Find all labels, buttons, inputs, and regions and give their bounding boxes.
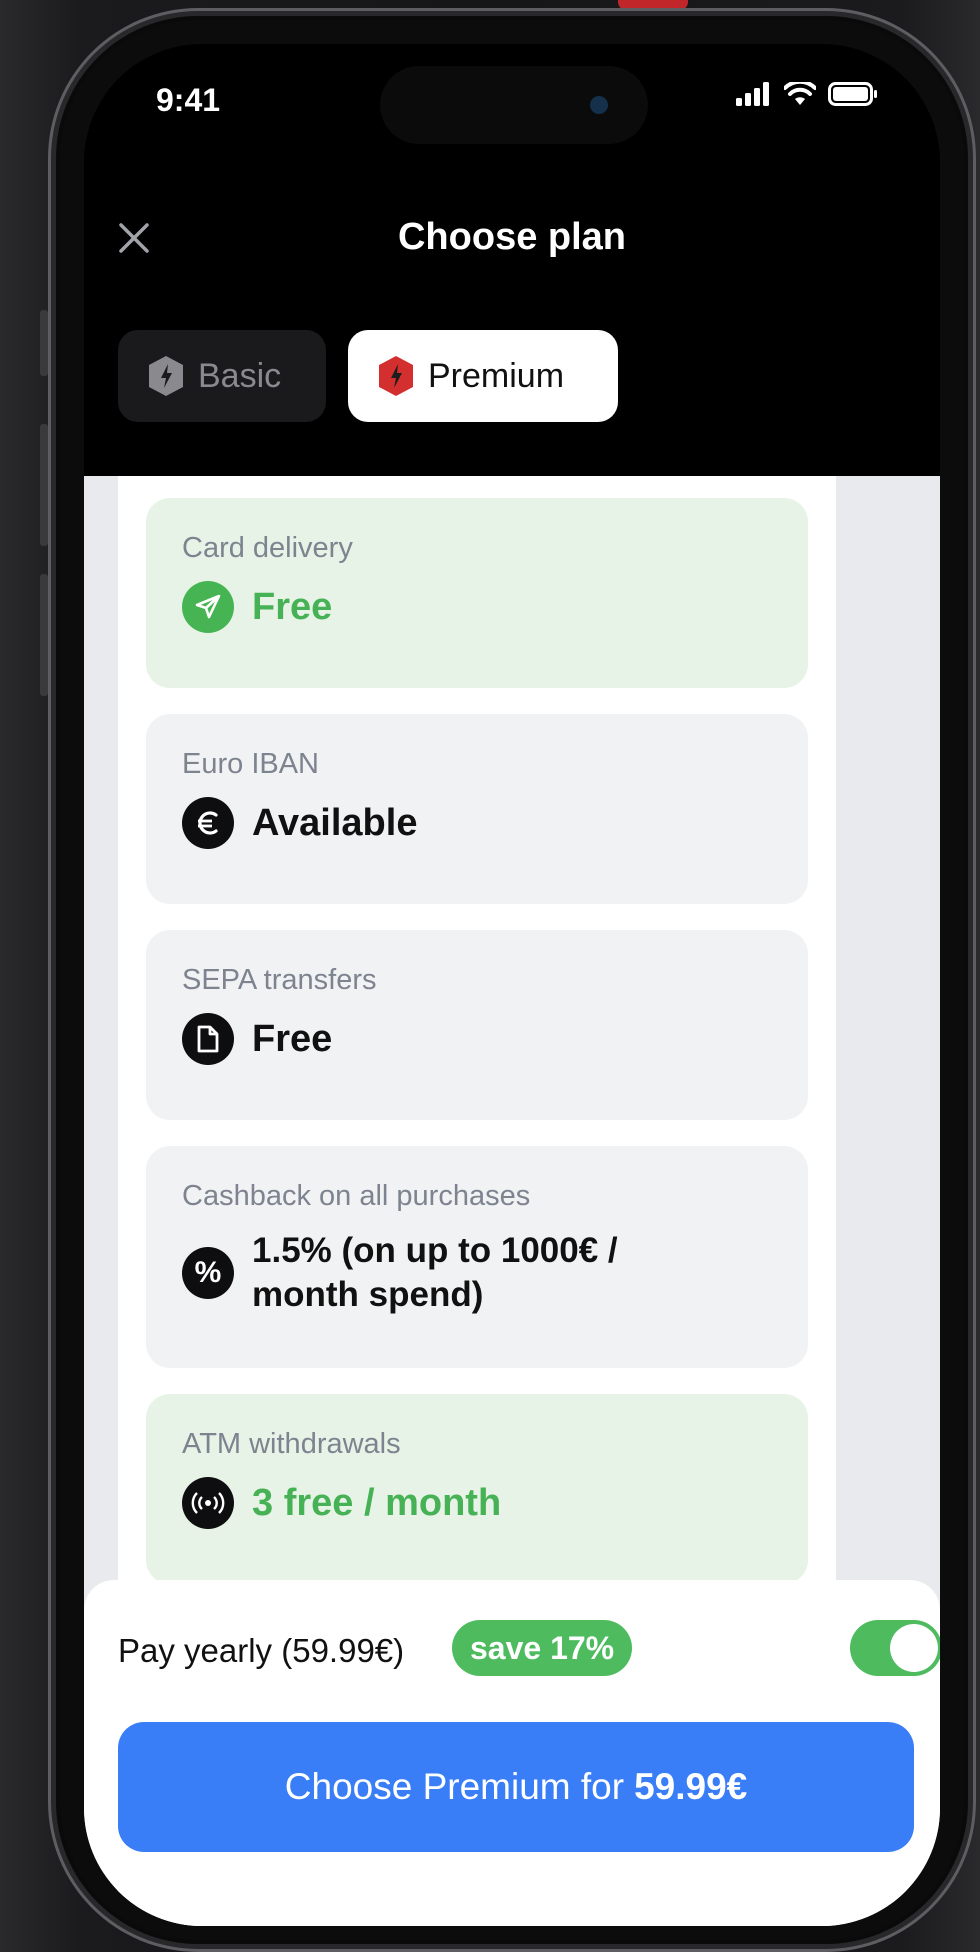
phone-screen: 9:41 Choose plan Basic Premium Card deli… xyxy=(84,44,940,1926)
feature-value: Free xyxy=(252,1018,333,1060)
paper-plane-icon xyxy=(182,581,234,633)
basic-plan-icon xyxy=(149,356,183,396)
volume-down-button xyxy=(40,574,48,696)
feature-label: Euro IBAN xyxy=(182,748,319,780)
page-title: Choose plan xyxy=(397,216,627,258)
feature-card-atm-withdrawals: ATM withdrawals 3 free / month xyxy=(146,1394,808,1584)
cellular-signal-icon xyxy=(736,82,769,106)
toggle-knob xyxy=(890,1624,938,1672)
mute-switch xyxy=(40,310,48,376)
feature-value: 3 free / month xyxy=(252,1482,502,1524)
cta-prefix: Choose Premium for xyxy=(284,1766,625,1807)
feature-card-euro-iban: Euro IBAN Available xyxy=(146,714,808,904)
tab-premium-label: Premium xyxy=(428,356,565,395)
dynamic-island xyxy=(380,66,648,144)
premium-plan-icon xyxy=(379,356,413,396)
choose-premium-button[interactable]: Choose Premium for 59.99€ xyxy=(118,1722,914,1852)
cta-price: 59.99€ xyxy=(634,1766,748,1807)
feature-label: ATM withdrawals xyxy=(182,1428,401,1460)
feature-label: Cashback on all purchases xyxy=(182,1180,531,1212)
tab-basic-label: Basic xyxy=(198,356,282,395)
feature-card-cashback: Cashback on all purchases % 1.5% (on up … xyxy=(146,1146,808,1368)
status-icons xyxy=(736,82,878,106)
wifi-icon xyxy=(784,82,816,105)
contactless-icon xyxy=(182,1477,234,1529)
status-time: 9:41 xyxy=(156,82,221,118)
feature-value: 1.5% (on up to 1000€ / month spend) xyxy=(252,1231,618,1314)
tab-basic[interactable]: Basic xyxy=(118,330,326,422)
percent-icon: % xyxy=(182,1247,234,1299)
feature-value: Free xyxy=(252,586,333,628)
volume-up-button xyxy=(40,424,48,546)
battery-icon xyxy=(828,82,877,106)
save-badge: save 17% xyxy=(452,1620,633,1676)
feature-label: SEPA transfers xyxy=(182,964,377,996)
tab-premium[interactable]: Premium xyxy=(348,330,618,422)
feature-label: Card delivery xyxy=(182,532,353,564)
feature-value: Available xyxy=(252,802,418,844)
pay-yearly-toggle[interactable] xyxy=(850,1620,940,1676)
billing-sheet: Pay yearly (59.99€) save 17% Choose Prem… xyxy=(84,1580,940,1926)
pay-yearly-label: Pay yearly (59.99€) xyxy=(118,1632,405,1669)
euro-icon xyxy=(182,797,234,849)
camera-icon xyxy=(590,96,608,114)
feature-card-card-delivery: Card delivery Free xyxy=(146,498,808,688)
document-icon xyxy=(182,1013,234,1065)
feature-card-sepa-transfers: SEPA transfers Free xyxy=(146,930,808,1120)
